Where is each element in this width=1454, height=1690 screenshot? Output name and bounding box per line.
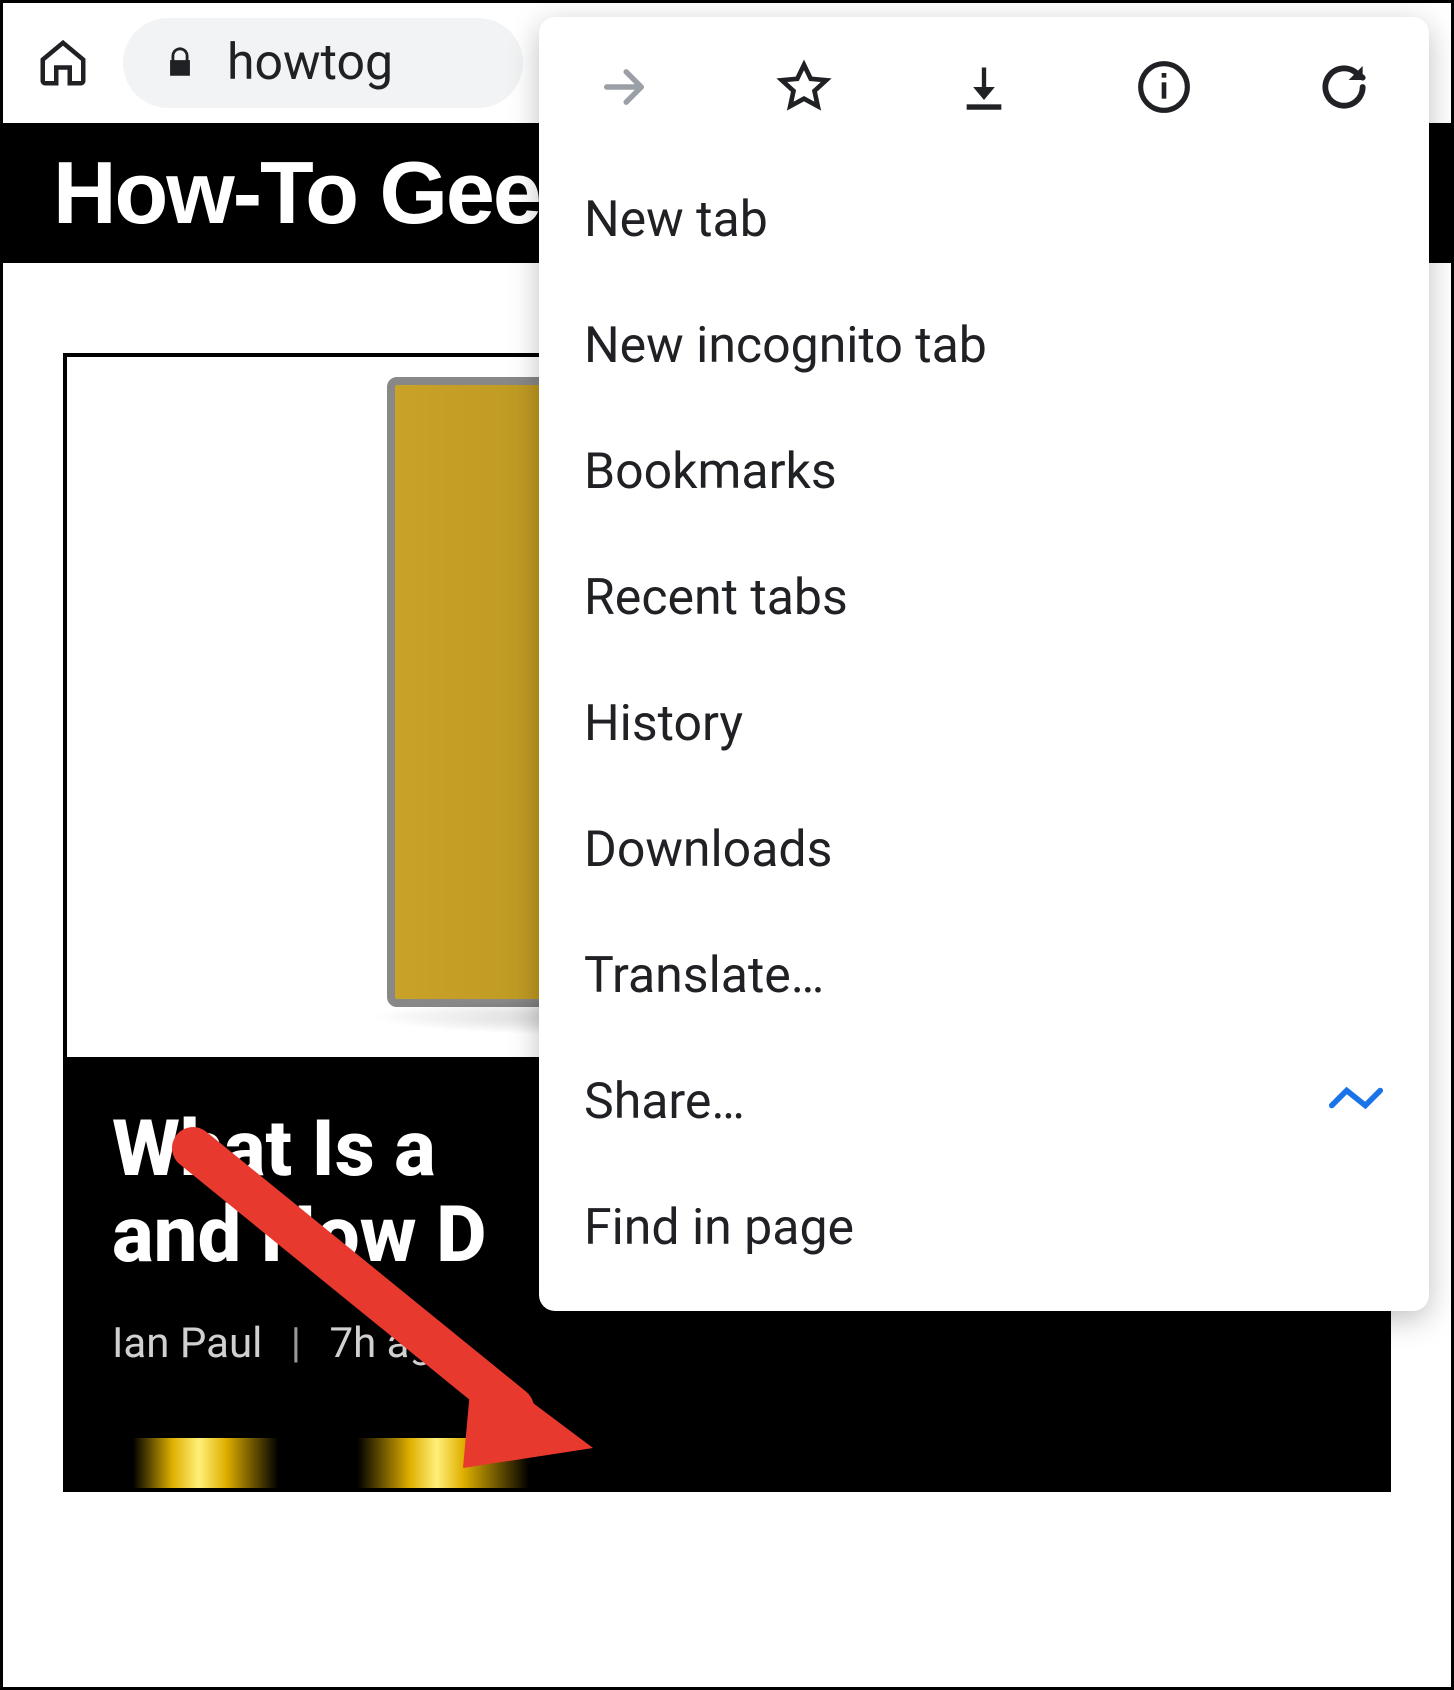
- reload-icon: [1316, 59, 1372, 115]
- lock-icon: [163, 43, 197, 83]
- menu-label: New tab: [584, 191, 768, 249]
- menu-label: Translate…: [584, 947, 824, 1005]
- menu-item-downloads[interactable]: Downloads: [539, 787, 1429, 913]
- menu-item-history[interactable]: History: [539, 661, 1429, 787]
- menu-item-new-incognito[interactable]: New incognito tab: [539, 283, 1429, 409]
- url-bar[interactable]: howtog: [123, 18, 523, 108]
- menu-label: Recent tabs: [584, 569, 848, 627]
- download-button[interactable]: [954, 57, 1014, 117]
- time-ago: 7h ago: [329, 1319, 457, 1368]
- menu-item-find-in-page[interactable]: Find in page: [539, 1165, 1429, 1291]
- menu-label: Bookmarks: [584, 443, 837, 501]
- home-icon: [36, 36, 90, 90]
- reload-button[interactable]: [1314, 57, 1374, 117]
- menu-label: Find in page: [584, 1199, 854, 1257]
- home-button[interactable]: [33, 33, 93, 93]
- menu-label: Share…: [584, 1073, 745, 1131]
- info-icon: [1136, 59, 1192, 115]
- chrome-overflow-menu: New tab New incognito tab Bookmarks Rece…: [539, 17, 1429, 1311]
- star-icon: [776, 59, 832, 115]
- article-glow: [67, 1438, 1387, 1488]
- download-icon: [958, 61, 1010, 113]
- menu-item-recent-tabs[interactable]: Recent tabs: [539, 535, 1429, 661]
- menu-item-share[interactable]: Share…: [539, 1039, 1429, 1165]
- bookmark-button[interactable]: [774, 57, 834, 117]
- menu-item-translate[interactable]: Translate…: [539, 913, 1429, 1039]
- article-byline: Ian Paul | 7h ago: [112, 1319, 1342, 1368]
- nearby-share-icon: [1328, 1073, 1384, 1131]
- menu-label: History: [584, 695, 743, 753]
- menu-icon-row: [539, 17, 1429, 157]
- menu-label: New incognito tab: [584, 317, 987, 375]
- forward-icon: [598, 61, 650, 113]
- menu-item-bookmarks[interactable]: Bookmarks: [539, 409, 1429, 535]
- site-title: How-To Geek: [53, 142, 587, 244]
- forward-button[interactable]: [594, 57, 654, 117]
- author-name: Ian Paul: [112, 1319, 262, 1368]
- menu-label: Downloads: [584, 821, 832, 879]
- url-text: howtog: [227, 34, 393, 92]
- menu-item-new-tab[interactable]: New tab: [539, 157, 1429, 283]
- page-info-button[interactable]: [1134, 57, 1194, 117]
